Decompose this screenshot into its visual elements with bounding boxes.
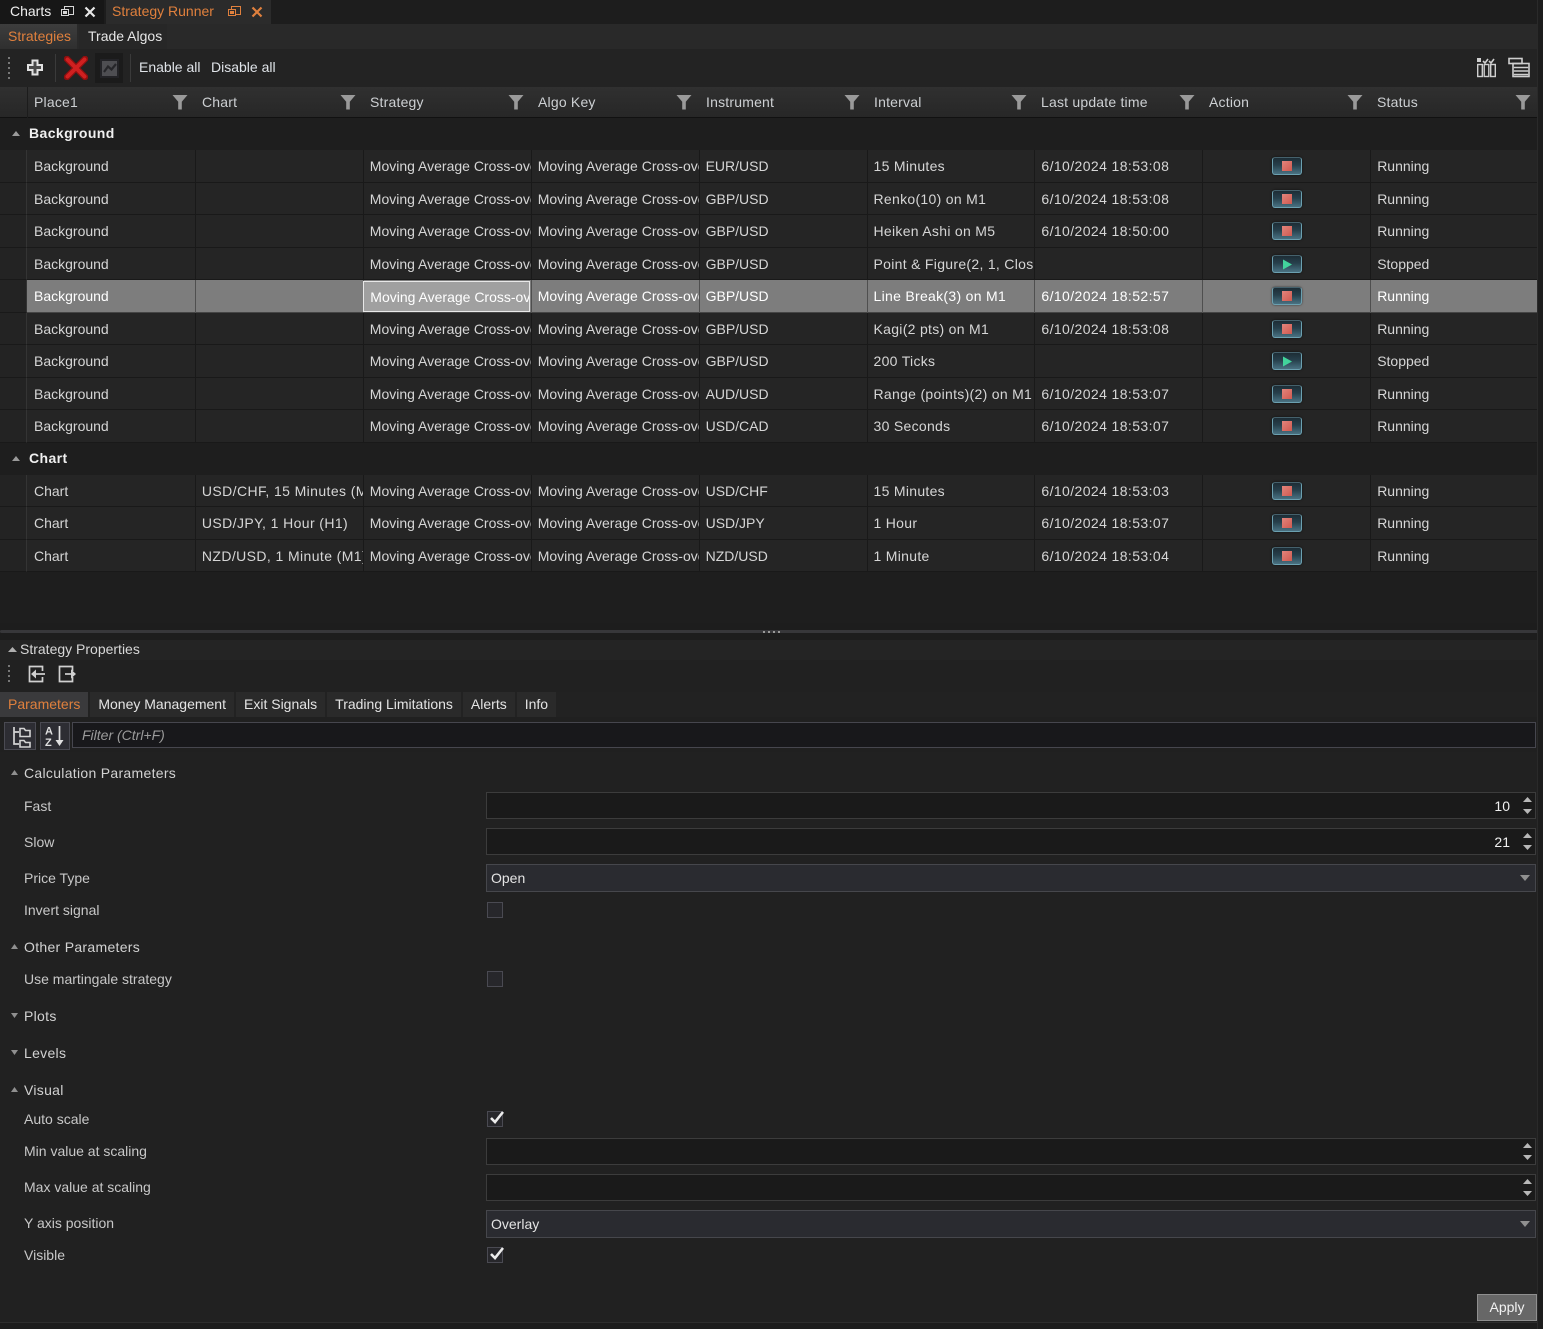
svg-text:A: A xyxy=(45,726,53,738)
svg-text:Z: Z xyxy=(45,737,52,749)
